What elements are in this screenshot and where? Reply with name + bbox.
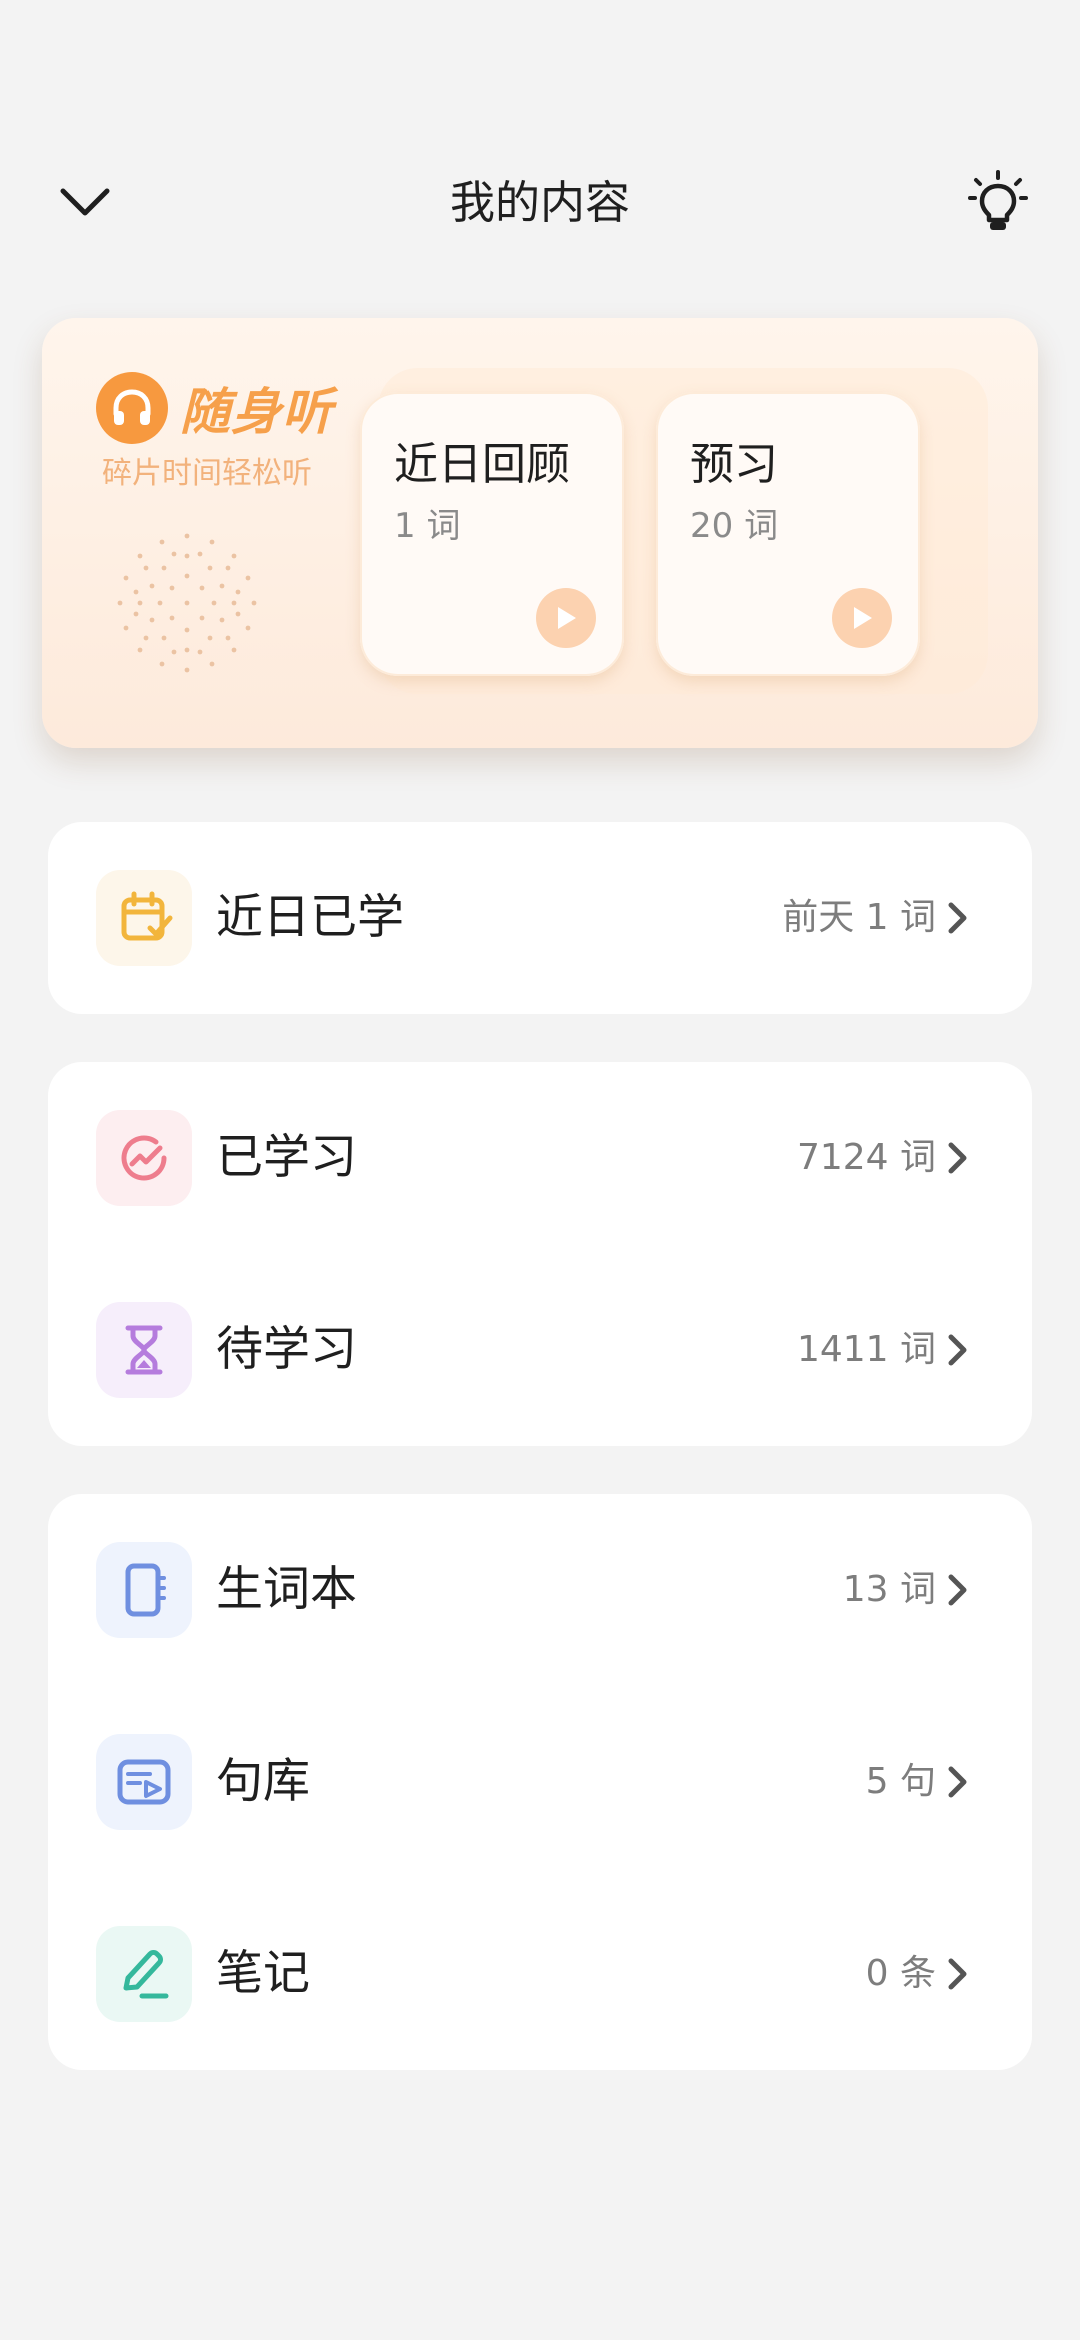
preview-card[interactable]: 预习 20 词 [656,392,920,676]
chevron-right-icon [940,1140,976,1176]
sentence-card-icon [96,1734,192,1830]
chevron-right-icon [940,1332,976,1368]
page-title: 我的内容 [449,176,630,229]
list-item-pending[interactable]: 待学习 1411 词 [48,1254,1032,1446]
list-item-notes[interactable]: 笔记 0 条 [48,1878,1032,2070]
chevron-right-icon [940,1764,976,1800]
sentences-value: 5 句 [865,1761,936,1802]
calendar-check-icon [96,870,192,966]
headphones-icon [96,372,168,444]
vocab-value: 13 词 [842,1569,936,1610]
play-button[interactable] [536,588,596,648]
list-item-sentences[interactable]: 句库 5 句 [48,1686,1032,1878]
chevron-right-icon [940,1572,976,1608]
recent-learned-label: 近日已学 [216,890,404,945]
brand-name: 随身听 [180,383,333,441]
lightbulb-icon [968,170,1028,230]
recent-learned-value: 前天 1 词 [782,897,936,938]
pencil-icon [96,1926,192,2022]
sentences-label: 句库 [216,1754,310,1809]
recent-learned-card: 近日已学 前天 1 词 [48,822,1032,1014]
pending-value: 1411 词 [796,1329,936,1370]
list-item-vocab[interactable]: 生词本 13 词 [48,1494,1032,1686]
notebook-icon [96,1542,192,1638]
chevron-right-icon [940,900,976,936]
top-bar: 我的内容 [0,140,1080,260]
brand-row: 随身听 [96,370,333,446]
chevron-right-icon [940,1956,976,1992]
dotted-sphere-decoration [117,533,257,673]
vocab-label: 生词本 [216,1562,357,1617]
tips-button[interactable] [960,160,1036,246]
hourglass-icon [96,1302,192,1398]
preview-title: 预习 [690,439,778,490]
play-icon [854,607,872,629]
recent-review-card[interactable]: 近日回顾 1 词 [360,392,624,676]
play-button[interactable] [832,588,892,648]
progress-chart-icon [96,1110,192,1206]
preview-count: 20 词 [690,506,779,546]
collections-card: 生词本 13 词 句库 5 句 笔记 0 条 [48,1494,1032,2070]
learned-value: 7124 词 [796,1137,936,1178]
notes-label: 笔记 [216,1946,310,2001]
learned-label: 已学习 [216,1130,357,1185]
pending-label: 待学习 [216,1322,357,1377]
recent-review-title: 近日回顾 [394,439,570,490]
list-item-learned[interactable]: 已学习 7124 词 [48,1062,1032,1254]
learning-progress-card: 已学习 7124 词 待学习 1411 词 [48,1062,1032,1446]
brand-subtitle: 碎片时间轻松听 [102,456,312,491]
recent-review-count: 1 词 [394,506,461,546]
list-item-recent-learned[interactable]: 近日已学 前天 1 词 [48,822,1032,1014]
notes-value: 0 条 [865,1953,936,1994]
play-icon [558,607,576,629]
